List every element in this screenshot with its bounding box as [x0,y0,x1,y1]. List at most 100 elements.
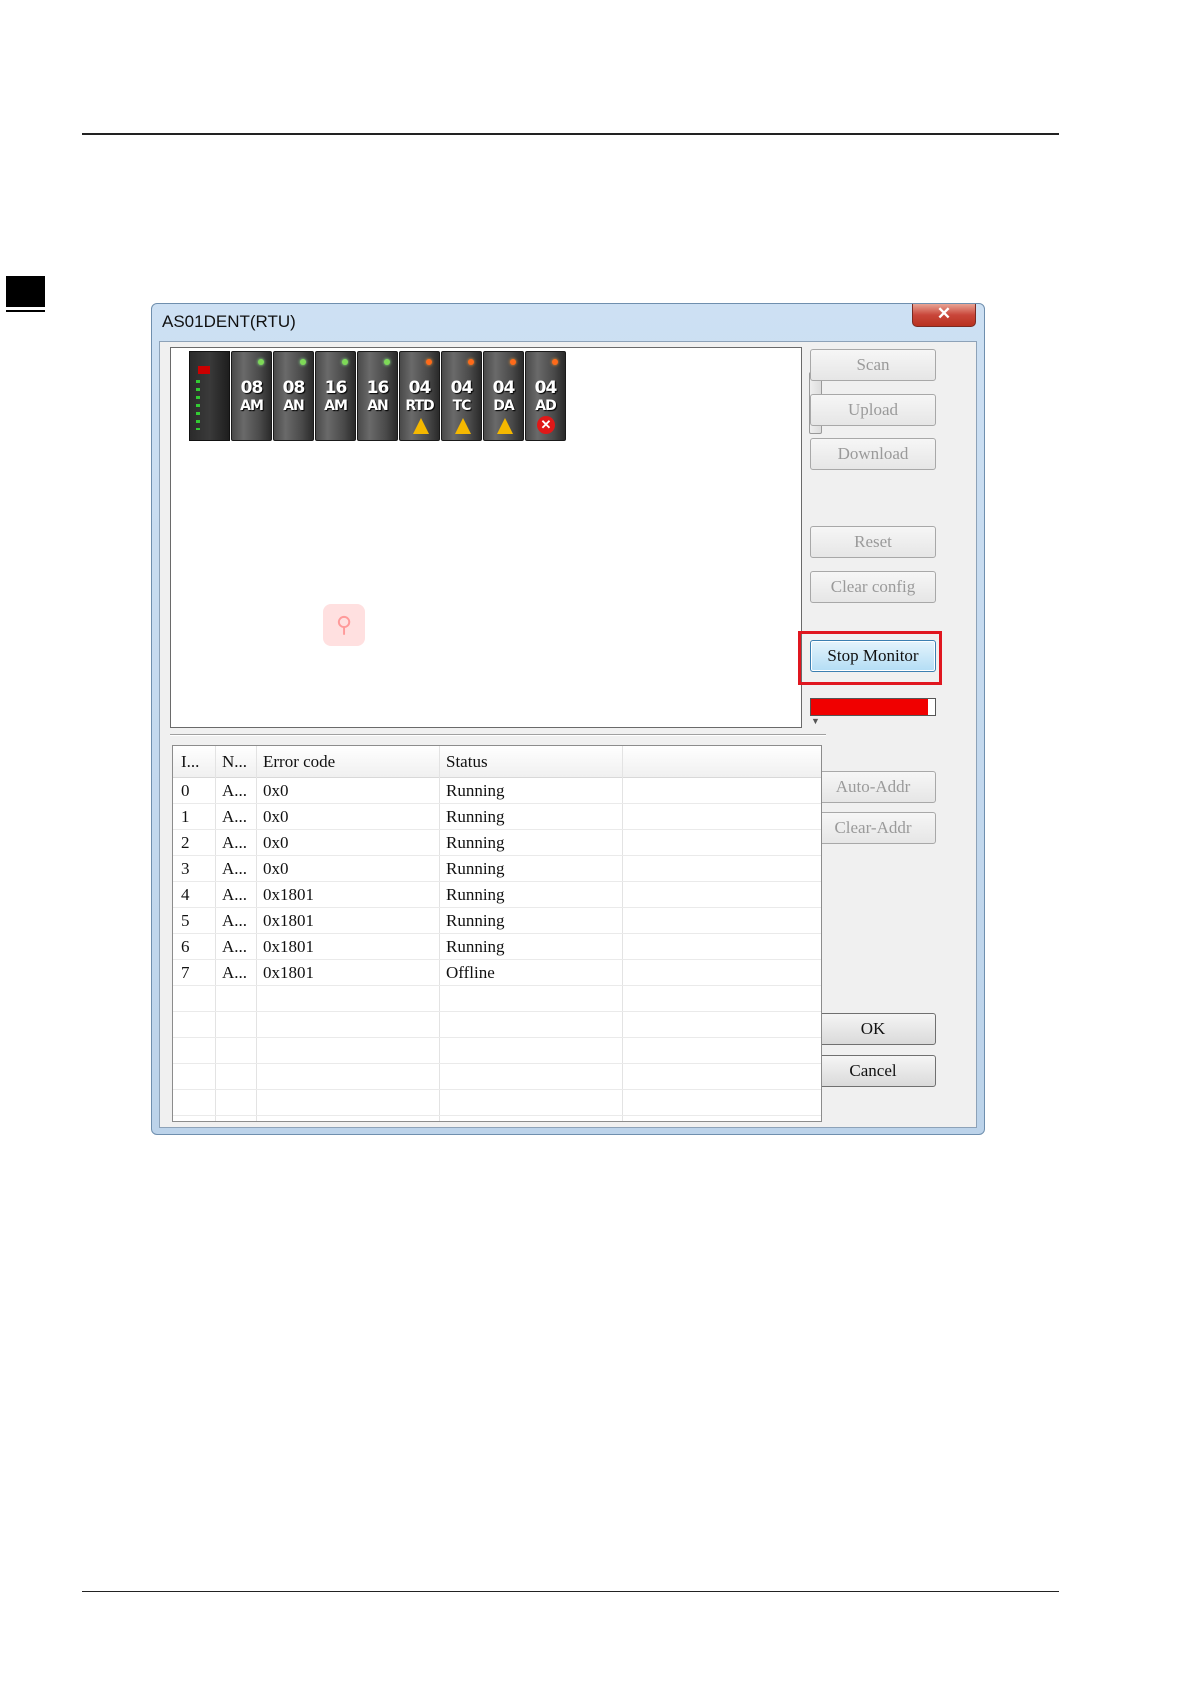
table-cell[interactable]: 3 [181,859,190,879]
table-cell[interactable]: 6 [181,937,190,957]
table-cell[interactable]: A... [222,807,247,827]
table-cell[interactable]: 0x1801 [263,911,314,931]
error-icon: ✕ [537,416,555,434]
progress-fill [811,699,928,715]
close-button[interactable]: ✕ [912,304,976,327]
stop-monitor-button[interactable]: Stop Monitor [810,640,936,672]
table-cell[interactable]: 0x0 [263,859,289,879]
column-header-0[interactable]: I... [181,752,199,772]
module-status-table[interactable]: I... N... Error code Status 0 A... 0x0 Running 1… [172,745,822,1122]
zoom-icon[interactable]: ⚲ [323,604,365,646]
ok-button[interactable]: OK [810,1013,936,1045]
cancel-button[interactable]: Cancel [810,1055,936,1087]
table-cell[interactable]: 0 [181,781,190,801]
row-divider [173,933,821,934]
module-type: AM [324,398,348,414]
warning-icon [497,418,513,434]
io-module-1[interactable]: 08 AM [231,351,272,441]
table-cell[interactable]: Running [446,781,505,801]
module-number: 04 [450,378,474,398]
table-cell[interactable]: 5 [181,911,190,931]
module-type: AN [367,398,389,414]
table-cell[interactable]: 0x0 [263,807,289,827]
table-cell[interactable]: 0x1801 [263,885,314,905]
warning-icon [455,418,471,434]
footer-rule [82,1591,1059,1592]
table-cell[interactable]: Running [446,885,505,905]
table-cell[interactable]: 0x1801 [263,963,314,983]
module-type: AN [283,398,305,414]
module-rack-canvas[interactable]: 08 AM 08 AN 16 AM 16 AN 04 RTD 04 TC 04 DA 04 AD ✕ ⚲ [170,347,802,728]
download-button[interactable]: Download [810,438,936,470]
table-cell[interactable]: A... [222,911,247,931]
module-number: 04 [408,378,432,398]
row-divider [173,855,821,856]
row-divider [173,1063,821,1064]
table-cell[interactable]: 0x0 [263,833,289,853]
status-led-icon [552,359,558,365]
row-divider [173,1011,821,1012]
warning-icon [413,418,429,434]
row-divider [173,985,821,986]
module-number: 08 [282,378,306,398]
table-cell[interactable]: 4 [181,885,190,905]
row-divider [173,881,821,882]
row-divider [173,959,821,960]
row-divider [173,1115,821,1116]
table-cell[interactable]: Running [446,911,505,931]
table-cell[interactable]: 2 [181,833,190,853]
table-cell[interactable]: A... [222,781,247,801]
module-number: 04 [534,378,558,398]
io-module-7[interactable]: 04 DA [483,351,524,441]
table-cell[interactable]: A... [222,885,247,905]
cpu-module[interactable] [189,351,230,441]
table-cell[interactable]: Running [446,807,505,827]
module-type: TC [452,398,472,414]
upload-button[interactable]: Upload [810,394,936,426]
io-module-6[interactable]: 04 TC [441,351,482,441]
table-cell[interactable]: 0x1801 [263,937,314,957]
table-cell[interactable]: 0x0 [263,781,289,801]
column-header-2[interactable]: Error code [263,752,335,772]
clear-addr-button[interactable]: Clear-Addr [810,812,936,844]
io-module-5[interactable]: 04 RTD [399,351,440,441]
status-led-icon [468,359,474,365]
module-rack: 08 AM 08 AN 16 AM 16 AN 04 RTD 04 TC 04 DA 04 AD ✕ [189,351,566,441]
reset-button[interactable]: Reset [810,526,936,558]
clear-config-button[interactable]: Clear config [810,571,936,603]
monitor-progress-bar [810,698,936,716]
table-cell[interactable]: Running [446,859,505,879]
module-type: RTD [405,398,434,414]
io-module-8[interactable]: 04 AD ✕ [525,351,566,441]
scroll-down-icon[interactable]: ▼ [807,716,824,726]
table-cell[interactable]: A... [222,937,247,957]
module-number: 16 [324,378,348,398]
dialog-client-area: 08AM08AN16AM16AN04RTD04TC04DA04AD✕ ⚲ ▲ ▼… [159,341,977,1128]
scan-button[interactable]: Scan [810,349,936,381]
auto-addr-button[interactable]: Auto-Addr [810,771,936,803]
table-cell[interactable]: A... [222,833,247,853]
column-header-1[interactable]: N... [222,752,247,772]
status-led-icon [384,359,390,365]
table-cell[interactable]: Running [446,833,505,853]
status-led-icon [342,359,348,365]
row-divider [173,907,821,908]
module-type: AD [535,398,556,414]
row-divider [173,1037,821,1038]
module-type: AM [240,398,264,414]
io-module-4[interactable]: 16 AN [357,351,398,441]
table-cell[interactable]: Offline [446,963,495,983]
io-module-3[interactable]: 16 AM [315,351,356,441]
module-number: 08 [240,378,264,398]
io-module-2[interactable]: 08 AN [273,351,314,441]
column-header-3[interactable]: Status [446,752,488,772]
as01dent-dialog: AS01DENT(RTU) ✕ 08 AM 08 AN 16 AM 16 AN 04 RTD 04 T… [151,303,985,1135]
table-cell[interactable]: 1 [181,807,190,827]
table-cell[interactable]: Running [446,937,505,957]
table-cell[interactable]: A... [222,859,247,879]
table-cell[interactable]: A... [222,963,247,983]
table-cell[interactable]: 7 [181,963,190,983]
cpu-leds-icon [196,380,200,430]
chapter-tab-underline [6,310,45,312]
status-led-icon [510,359,516,365]
